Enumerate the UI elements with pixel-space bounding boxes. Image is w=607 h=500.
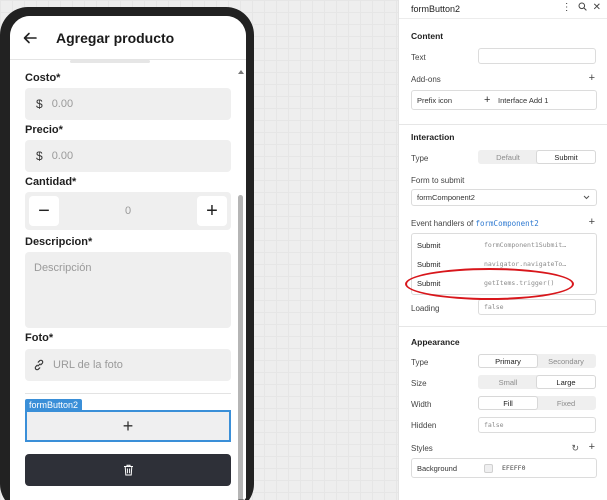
interaction-type-toggle: Default Submit (478, 150, 596, 164)
event-handlers-prefix: Event handlers of (411, 219, 474, 228)
size-label: Size (411, 379, 427, 388)
type-submit-option[interactable]: Submit (537, 151, 595, 163)
dollar-prefix-icon: $ (36, 149, 43, 163)
precio-input[interactable]: $ 0.00 (25, 140, 231, 172)
width-fill-option[interactable]: Fill (479, 397, 537, 409)
increment-button[interactable]: + (197, 196, 227, 226)
foto-url-input[interactable]: URL de la foto (25, 349, 231, 381)
handler-action: formComponent1Submit… (484, 241, 567, 249)
chevron-down-icon (583, 195, 590, 200)
inspector-panel: formButton2 ⋮ ✕ Content Text Add-ons + P… (398, 0, 607, 500)
dollar-prefix-icon: $ (36, 97, 43, 111)
app-screen: Agregar producto Costo* $ 0.00 Precio* $… (10, 16, 246, 500)
search-icon[interactable] (578, 2, 587, 14)
close-icon[interactable]: ✕ (593, 2, 601, 14)
appearance-section-title: Appearance (411, 337, 460, 347)
section-divider (399, 326, 607, 327)
handler-event: Submit (417, 259, 441, 269)
costo-placeholder: 0.00 (51, 98, 74, 110)
event-handlers-target: formComponent2 (475, 219, 539, 228)
costo-label: Costo* (25, 72, 61, 84)
prefix-icon-row[interactable]: Prefix icon + Interface Add 1 (411, 90, 597, 110)
delete-button[interactable] (25, 454, 231, 486)
loading-label: Loading (411, 304, 440, 313)
back-arrow-icon[interactable] (20, 28, 40, 48)
scroll-up-arrow-icon[interactable] (238, 70, 244, 74)
scrollbar-thumb[interactable] (238, 195, 243, 500)
cantidad-label: Cantidad* (25, 176, 77, 188)
background-label: Background (417, 463, 458, 473)
add-style-icon[interactable]: + (589, 441, 595, 453)
hidden-input[interactable]: false (478, 417, 596, 433)
handler-action: navigator.navigateTo… (484, 260, 567, 268)
type-default-option[interactable]: Default (479, 151, 537, 163)
appearance-type-toggle: Primary Secondary (478, 354, 596, 368)
width-fixed-option[interactable]: Fixed (537, 397, 595, 409)
precio-placeholder: 0.00 (51, 150, 74, 162)
background-style-row[interactable]: Background EFEFF0 (411, 458, 597, 478)
more-options-icon[interactable]: ⋮ (562, 2, 572, 14)
foto-label: Foto* (25, 332, 54, 344)
precio-label: Precio* (25, 124, 63, 136)
prefix-icon-label: Prefix icon (417, 95, 453, 105)
hidden-label: Hidden (411, 421, 437, 430)
color-swatch (484, 463, 493, 473)
reset-styles-icon[interactable]: ↻ (571, 443, 579, 454)
form-to-submit-value: formComponent2 (417, 193, 475, 202)
trash-icon (123, 464, 134, 476)
event-handler-row[interactable]: Submit formComponent1Submit… (412, 236, 596, 254)
add-button[interactable]: + (25, 410, 231, 442)
loading-input[interactable]: false (478, 299, 596, 315)
form-to-submit-label: Form to submit (411, 176, 465, 185)
text-input[interactable] (478, 48, 596, 64)
add-addon-icon[interactable]: + (589, 72, 595, 84)
addons-label: Add-ons (411, 75, 441, 84)
phone-frame: Agregar producto Costo* $ 0.00 Precio* $… (0, 7, 254, 500)
prefix-icon-value: Interface Add 1 (498, 95, 549, 105)
appearance-type-label: Type (411, 358, 429, 367)
add-event-handler-icon[interactable]: + (589, 216, 595, 228)
background-value: EFEFF0 (502, 464, 526, 472)
plus-icon: + (122, 415, 134, 436)
content-section-title: Content (411, 31, 444, 41)
divider (25, 393, 231, 394)
interaction-section-title: Interaction (411, 132, 455, 142)
size-toggle: Small Large (478, 375, 596, 389)
form-to-submit-select[interactable]: formComponent2 (411, 189, 597, 206)
component-name[interactable]: formButton2 (411, 4, 460, 14)
foto-placeholder: URL de la foto (53, 359, 123, 371)
styles-label: Styles (411, 444, 433, 453)
app-header: Agregar producto (10, 16, 246, 60)
size-large-option[interactable]: Large (537, 376, 595, 388)
form-content: Costo* $ 0.00 Precio* $ 0.00 Cantidad* 0… (10, 62, 246, 500)
text-label: Text (411, 53, 426, 62)
costo-input[interactable]: $ 0.00 (25, 88, 231, 120)
plus-icon: + (484, 94, 491, 106)
width-label: Width (411, 400, 432, 409)
descripcion-placeholder: Descripción (34, 262, 92, 274)
decrement-button[interactable]: − (29, 196, 59, 226)
descripcion-label: Descripcion* (25, 236, 93, 248)
inspector-header: formButton2 ⋮ ✕ (399, 0, 607, 19)
size-small-option[interactable]: Small (479, 376, 537, 388)
page-title: Agregar producto (56, 29, 175, 46)
interaction-type-label: Type (411, 154, 429, 163)
width-toggle: Fill Fixed (478, 396, 596, 410)
section-divider (399, 124, 607, 125)
type-primary-option[interactable]: Primary (479, 355, 537, 367)
link-icon (33, 359, 45, 371)
highlight-annotation (405, 268, 574, 300)
descripcion-textarea[interactable]: Descripción (25, 252, 231, 328)
type-secondary-option[interactable]: Secondary (537, 355, 595, 367)
event-handlers-label: Event handlers of formComponent2 (411, 219, 539, 228)
handler-event: Submit (417, 240, 441, 250)
